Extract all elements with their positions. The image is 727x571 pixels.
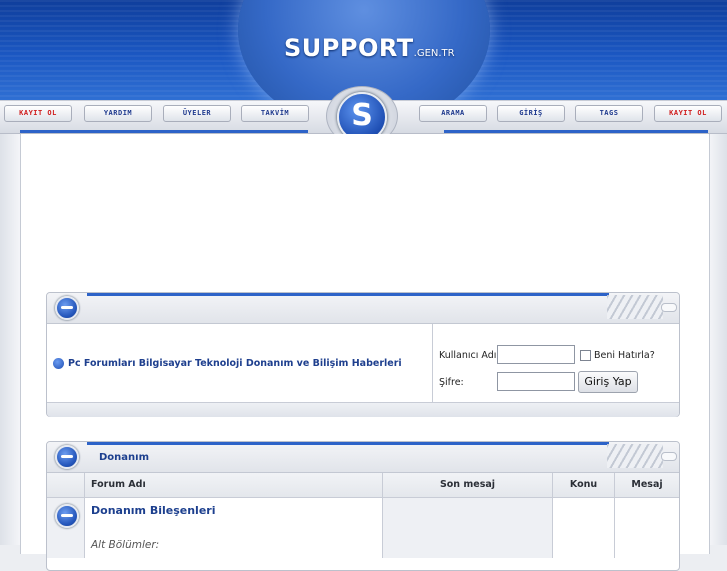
username-input[interactable] bbox=[497, 345, 575, 364]
nav-register-right[interactable]: KAYIT OL bbox=[654, 105, 722, 122]
login-form: Kullanıcı Adı: Beni Hatırla? Şifre: Giri… bbox=[433, 324, 679, 402]
site-title[interactable]: Pc Forumları Bilgisayar Teknoloji Donanı… bbox=[68, 358, 402, 369]
last-post-cell bbox=[383, 498, 553, 558]
nav-login[interactable]: GİRİŞ bbox=[497, 105, 565, 122]
nav-members[interactable]: ÜYELER bbox=[163, 105, 231, 122]
row-icon-cell bbox=[47, 498, 85, 558]
username-label: Kullanıcı Adı: bbox=[439, 350, 500, 361]
remember-label: Beni Hatırla? bbox=[594, 350, 655, 361]
forum-name-cell: Donanım Bileşenleri Alt Bölümler: bbox=[85, 498, 383, 558]
orb-minus-icon[interactable] bbox=[55, 296, 79, 320]
nav-tags[interactable]: TAGS bbox=[575, 105, 643, 122]
site-logo[interactable]: SUPPORT.GEN.TR bbox=[284, 34, 455, 62]
header-accent-bar bbox=[87, 442, 609, 445]
remember-checkbox[interactable] bbox=[580, 350, 591, 361]
subforums-label: Alt Bölümler: bbox=[91, 539, 160, 551]
arrow-circle-icon bbox=[55, 504, 79, 528]
forum-panel-header: Donanım bbox=[47, 442, 679, 473]
login-panel-footer bbox=[47, 402, 679, 417]
logo-suffix: .GEN.TR bbox=[413, 48, 455, 59]
col-threads: Konu bbox=[553, 473, 615, 497]
logo-main: SUPPORT bbox=[284, 34, 414, 62]
nav-accent-right bbox=[444, 130, 708, 133]
login-row: Pc Forumları Bilgisayar Teknoloji Donanı… bbox=[47, 324, 679, 402]
password-input[interactable] bbox=[497, 372, 575, 391]
table-row: Donanım Bileşenleri Alt Bölümler: bbox=[47, 498, 679, 558]
login-submit-button[interactable]: Giriş Yap bbox=[578, 371, 638, 393]
forum-table-header: Forum Adı Son mesaj Konu Mesaj bbox=[47, 473, 679, 498]
threads-cell bbox=[553, 498, 615, 558]
header-hatch bbox=[607, 295, 663, 319]
bullet-icon bbox=[53, 357, 64, 369]
forum-link[interactable]: Donanım Bileşenleri bbox=[91, 504, 382, 517]
category-title[interactable]: Donanım bbox=[99, 452, 149, 463]
col-posts: Mesaj bbox=[631, 479, 663, 490]
right-wall bbox=[709, 134, 727, 545]
header-hatch bbox=[607, 444, 663, 468]
nav-help[interactable]: YARDIM bbox=[84, 105, 152, 122]
nav-register-left[interactable]: KAYIT OL bbox=[4, 105, 72, 122]
password-label: Şifre: bbox=[439, 377, 464, 388]
nav-calendar[interactable]: TAKVİM bbox=[241, 105, 309, 122]
nav-search[interactable]: ARAMA bbox=[419, 105, 487, 122]
login-panel: Pc Forumları Bilgisayar Teknoloji Donanı… bbox=[46, 292, 680, 417]
forum-panel: Donanım Forum Adı Son mesaj Konu Mesaj D… bbox=[46, 441, 680, 571]
left-wall bbox=[0, 134, 20, 545]
login-panel-header bbox=[47, 293, 679, 324]
icon-column-header bbox=[47, 473, 85, 497]
header-knob bbox=[661, 303, 677, 312]
col-forum-name: Forum Adı bbox=[85, 473, 383, 497]
site-title-cell: Pc Forumları Bilgisayar Teknoloji Donanı… bbox=[47, 324, 433, 402]
site-header: SUPPORT.GEN.TR bbox=[0, 0, 727, 100]
col-last-post: Son mesaj bbox=[383, 473, 553, 497]
orb-minus-icon[interactable] bbox=[55, 445, 79, 469]
nav-accent-left bbox=[20, 130, 308, 133]
header-accent-bar bbox=[87, 293, 609, 296]
header-knob bbox=[661, 452, 677, 461]
posts-cell bbox=[615, 498, 679, 558]
